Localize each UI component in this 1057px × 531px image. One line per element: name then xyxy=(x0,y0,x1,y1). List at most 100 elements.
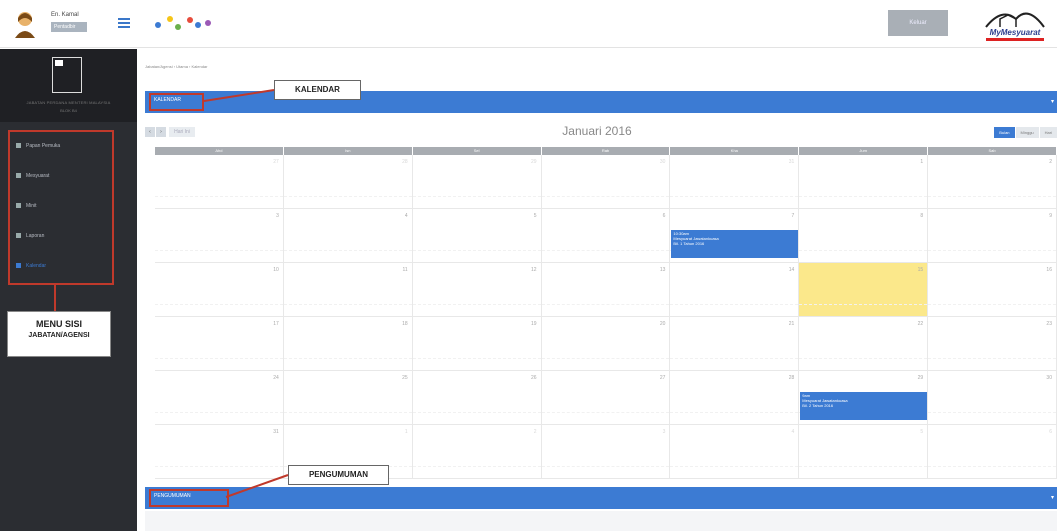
pengumuman-panel-title: PENGUMUMAN xyxy=(154,493,191,499)
pengumuman-panel-body xyxy=(145,511,1057,531)
calendar-day[interactable]: 27 xyxy=(541,371,671,425)
calendar-day[interactable]: 1 xyxy=(799,155,929,209)
calendar-day[interactable]: 5 xyxy=(799,425,929,479)
day-slot xyxy=(541,358,670,370)
calendar-day[interactable]: 19 xyxy=(412,317,542,371)
day-number: 29 xyxy=(917,375,924,381)
day-number: 5 xyxy=(920,429,924,435)
view-week-button[interactable]: Minggu xyxy=(1015,127,1039,138)
sidebar: JABATAN PERDANA MENTERI MALAYSIA BLOK B4… xyxy=(0,49,137,531)
day-number: 3 xyxy=(276,213,279,219)
main-content: Jabatan/Agensi › Utama › Kalendar KALEND… xyxy=(137,49,1057,531)
app-switcher-icons[interactable] xyxy=(150,13,250,33)
calendar-event[interactable]: 9am Mesyuarat Jawatankuasa Bil. 2 Tahun 20… xyxy=(800,392,928,420)
calendar-day[interactable]: 18 xyxy=(283,317,413,371)
logo-text: MyMesyuarat xyxy=(989,28,1041,37)
day-number: 28 xyxy=(402,159,408,165)
day-slot xyxy=(670,304,799,316)
pengumuman-callout: PENGUMUMAN xyxy=(288,465,389,485)
day-slot xyxy=(283,412,412,424)
hamburger-menu-icon[interactable] xyxy=(118,18,130,29)
calendar-day[interactable]: 5 xyxy=(412,209,542,263)
top-bar: En. Kamal Pentadbir Keluar MyMesyuarat xyxy=(0,0,1057,48)
collapse-icon[interactable]: ▾ xyxy=(1051,494,1054,501)
calendar-day[interactable]: 21 xyxy=(670,317,800,371)
day-slot xyxy=(541,466,670,478)
calendar-day[interactable]: 30 xyxy=(541,155,671,209)
day-slot xyxy=(541,412,670,424)
calendar-event[interactable]: 10:30am Mesyuarat Jawatankuasa Bil. 1 Tahu… xyxy=(671,230,799,258)
calendar-day[interactable]: 22 xyxy=(799,317,929,371)
day-number: 1 xyxy=(404,429,408,435)
agency-flag-icon xyxy=(52,57,82,93)
calendar-day[interactable]: 11 xyxy=(283,263,413,317)
calendar-day[interactable]: 31 xyxy=(155,425,284,479)
calendar-day[interactable]: 30 xyxy=(928,371,1057,425)
calendar-day[interactable]: 13 xyxy=(541,263,671,317)
calendar-day[interactable]: 26 xyxy=(412,371,542,425)
calendar-day[interactable]: 14 xyxy=(670,263,800,317)
calendar-day[interactable]: 2 xyxy=(412,425,542,479)
day-slot xyxy=(799,304,928,316)
user-name: En. Kamal xyxy=(51,12,79,18)
calendar-day[interactable]: 6 xyxy=(541,209,671,263)
day-slot xyxy=(155,304,283,316)
day-number: 4 xyxy=(404,213,408,219)
calendar-day[interactable]: 2 xyxy=(928,155,1057,209)
day-number: 31 xyxy=(788,159,795,165)
user-avatar-icon[interactable] xyxy=(14,10,36,38)
day-number: 6 xyxy=(1049,429,1052,435)
day-number: 5 xyxy=(533,213,537,219)
calendar-day[interactable]: 24 xyxy=(155,371,284,425)
calendar-day[interactable]: 12 xyxy=(412,263,542,317)
logout-button[interactable]: Keluar xyxy=(888,10,948,36)
day-slot xyxy=(412,196,541,208)
calendar-day[interactable]: 4 xyxy=(283,209,413,263)
calendar-day[interactable]: 31 xyxy=(670,155,800,209)
calendar-day[interactable]: 29 xyxy=(412,155,542,209)
calendar-day[interactable]: 20 xyxy=(541,317,671,371)
day-slot xyxy=(283,250,412,262)
calendar-day[interactable]: 23 xyxy=(928,317,1057,371)
kalendar-callout: KALENDAR xyxy=(274,80,361,100)
calendar-day[interactable]: 28 xyxy=(283,155,413,209)
calendar-day[interactable]: 3 xyxy=(155,209,284,263)
day-slot xyxy=(541,196,670,208)
day-slot xyxy=(799,358,928,370)
day-number: 31 xyxy=(273,429,279,435)
day-slot xyxy=(412,466,541,478)
calendar-day[interactable]: 25 xyxy=(283,371,413,425)
calendar-day[interactable]: 9 xyxy=(928,209,1057,263)
day-number: 23 xyxy=(1046,321,1052,327)
view-day-button[interactable]: Hari xyxy=(1039,127,1057,138)
day-number: 25 xyxy=(402,375,408,381)
calendar-day-today[interactable]: 15 xyxy=(799,263,929,317)
day-header: Sab xyxy=(928,147,1057,155)
collapse-icon[interactable]: ▾ xyxy=(1051,98,1054,105)
calendar-day[interactable]: 4 xyxy=(670,425,800,479)
day-number: 24 xyxy=(273,375,279,381)
sidebar-header: JABATAN PERDANA MENTERI MALAYSIA BLOK B4 xyxy=(0,49,137,122)
day-slot xyxy=(670,412,799,424)
sidebar-annotation-label: MENU SISI JABATAN/AGENSI xyxy=(7,311,111,357)
calendar-day[interactable]: 27 xyxy=(155,155,284,209)
day-number: 2 xyxy=(1049,159,1052,165)
calendar-day[interactable]: 16 xyxy=(928,263,1057,317)
annotation-line2: JABATAN/AGENSI xyxy=(28,332,90,339)
event-text: Bil. 2 Tahun 2016 xyxy=(802,403,834,408)
day-number: 20 xyxy=(659,321,666,327)
day-slot xyxy=(155,358,283,370)
day-slot xyxy=(928,196,1056,208)
calendar-view-switch: Bulan Minggu Hari xyxy=(993,127,1057,138)
calendar-day[interactable]: 8 xyxy=(799,209,929,263)
logo-roof-icon xyxy=(985,12,1045,28)
calendar-day[interactable]: 28 xyxy=(670,371,800,425)
calendar-day[interactable]: 6 xyxy=(928,425,1057,479)
view-month-button[interactable]: Bulan xyxy=(994,127,1015,138)
calendar-day[interactable]: 17 xyxy=(155,317,284,371)
calendar-day[interactable]: 10 xyxy=(155,263,284,317)
calendar-day[interactable]: 3 xyxy=(541,425,671,479)
day-number: 2 xyxy=(533,429,537,435)
day-header: Ahd xyxy=(155,147,284,155)
pengumuman-panel-header[interactable]: PENGUMUMAN ▾ xyxy=(145,487,1057,509)
